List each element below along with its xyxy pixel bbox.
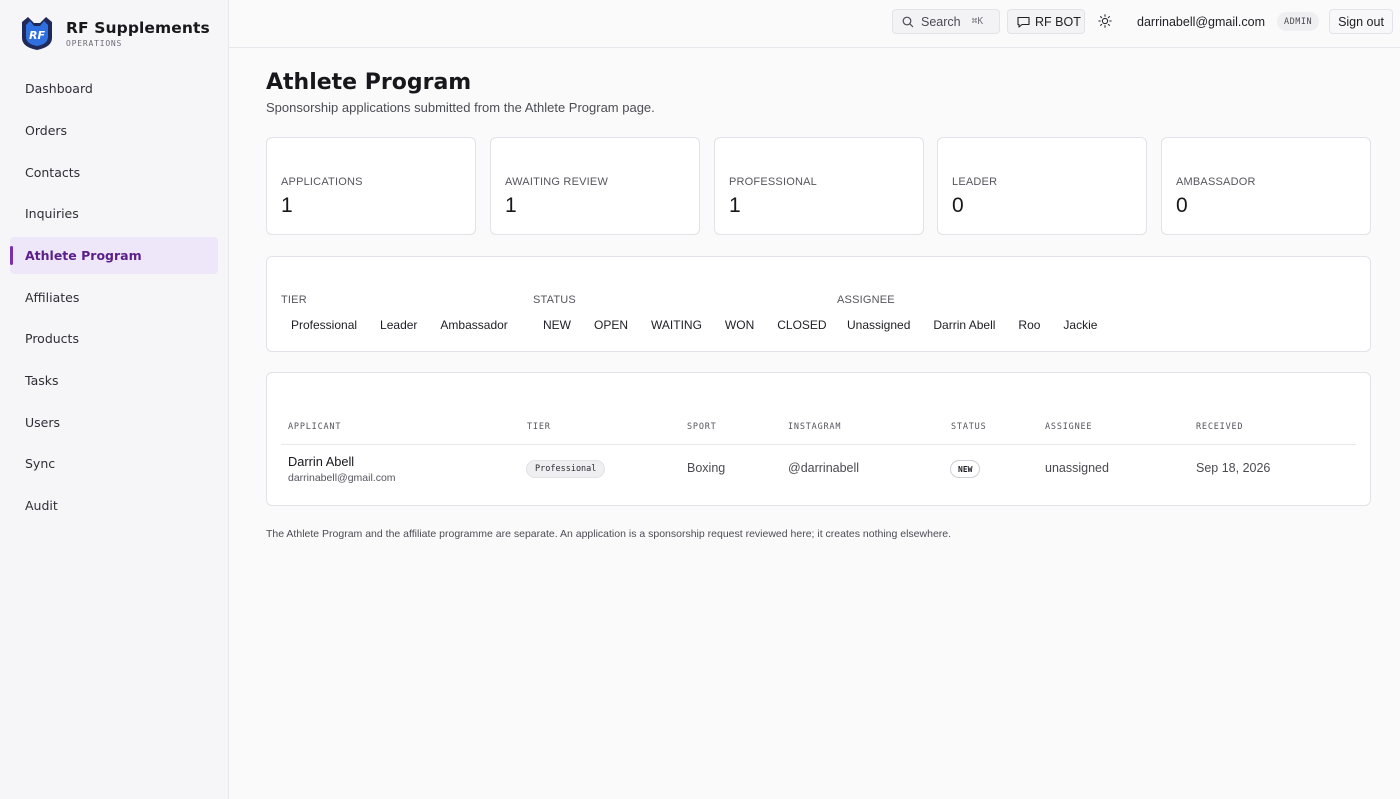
filter-status-waiting[interactable]: WAITING [641, 318, 712, 332]
table-row[interactable]: Darrin Abell darrinabell@gmail.com Profe… [281, 445, 1356, 505]
rf-bot-label: RF BOT [1035, 14, 1081, 29]
brand-subtitle: OPERATIONS [66, 38, 123, 48]
search-button[interactable]: Search ⌘K [892, 9, 1000, 34]
page-subtitle: Sponsorship applications submitted from … [266, 100, 655, 115]
filter-assignee-unassigned[interactable]: Unassigned [837, 318, 920, 332]
logo-text: RF [29, 29, 45, 42]
brand-logo: RF [22, 17, 52, 50]
assignee-cell: unassigned [1045, 461, 1109, 475]
stat-label: PROFESSIONAL [729, 176, 817, 188]
sidebar-item-orders[interactable]: Orders [10, 112, 218, 150]
stat-value: 1 [281, 194, 293, 217]
sun-icon [1098, 14, 1112, 28]
filter-status-new[interactable]: NEW [533, 318, 581, 332]
column-header-assignee[interactable]: ASSIGNEE [1045, 422, 1092, 432]
status-badge: NEW [950, 460, 981, 478]
sidebar-item-affiliates[interactable]: Affiliates [10, 278, 218, 316]
sidebar: RF RF Supplements OPERATIONS Dashboard O… [0, 0, 229, 799]
filters-panel: TIER Professional Leader Ambassador STAT… [266, 256, 1371, 352]
applications-table: APPLICANT TIER SPORT INSTAGRAM STATUS AS… [266, 372, 1371, 506]
sidebar-item-products[interactable]: Products [10, 320, 218, 358]
footnote: The Athlete Program and the affiliate pr… [266, 528, 952, 540]
sidebar-item-inquiries[interactable]: Inquiries [10, 195, 218, 233]
column-header-received[interactable]: RECEIVED [1196, 422, 1243, 432]
stat-card-ambassador: AMBASSADOR 0 [1161, 137, 1371, 235]
chat-icon [1017, 16, 1030, 28]
sidebar-item-users[interactable]: Users [10, 404, 218, 442]
filter-label-assignee: ASSIGNEE [837, 294, 895, 306]
role-badge: ADMIN [1277, 12, 1320, 31]
search-shortcut: ⌘K [971, 16, 984, 27]
stat-label: APPLICATIONS [281, 176, 363, 188]
filter-group-assignee: ASSIGNEE Unassigned Darrin Abell Roo Jac… [837, 294, 1107, 332]
stat-value: 0 [1176, 194, 1188, 217]
stat-label: AWAITING REVIEW [505, 176, 609, 188]
filter-assignee-roo[interactable]: Roo [1008, 318, 1050, 332]
stat-label: AMBASSADOR [1176, 176, 1256, 188]
sidebar-item-contacts[interactable]: Contacts [10, 153, 218, 191]
tier-badge: Professional [526, 460, 606, 478]
column-header-status[interactable]: STATUS [951, 422, 987, 432]
stat-value: 1 [729, 194, 741, 217]
column-header-sport[interactable]: SPORT [687, 422, 717, 432]
filter-group-tier: TIER Professional Leader Ambassador [281, 294, 518, 332]
brand[interactable]: RF RF Supplements OPERATIONS [18, 14, 210, 52]
stat-value: 1 [505, 194, 517, 217]
sidebar-item-tasks[interactable]: Tasks [10, 362, 218, 400]
theme-toggle-button[interactable] [1096, 12, 1114, 30]
filter-group-status: STATUS NEW OPEN WAITING WON CLOSED [533, 294, 837, 332]
stat-card-applications: APPLICATIONS 1 [266, 137, 476, 235]
applicant-name: Darrin Abell [288, 454, 355, 469]
sidebar-nav: Dashboard Orders Contacts Inquiries Athl… [10, 70, 218, 529]
filter-tier-professional[interactable]: Professional [281, 318, 367, 332]
instagram-cell: @darrinabell [788, 461, 860, 475]
filter-status-open[interactable]: OPEN [584, 318, 638, 332]
rf-bot-button[interactable]: RF BOT [1007, 9, 1085, 34]
search-label: Search [921, 14, 961, 29]
sidebar-item-athlete-program[interactable]: Athlete Program [10, 236, 218, 275]
topbar: Search ⌘K RF BOT darrinabell@gmail.com A… [229, 0, 1400, 48]
filter-tier-leader[interactable]: Leader [370, 318, 427, 332]
filter-tier-ambassador[interactable]: Ambassador [430, 318, 517, 332]
sidebar-item-dashboard[interactable]: Dashboard [10, 70, 218, 108]
applicant-email: darrinabell@gmail.com [288, 472, 396, 484]
filter-label-status: STATUS [533, 294, 576, 306]
filter-status-won[interactable]: WON [715, 318, 764, 332]
sidebar-item-sync[interactable]: Sync [10, 445, 218, 483]
filter-assignee-jackie[interactable]: Jackie [1053, 318, 1107, 332]
filter-label-tier: TIER [281, 294, 307, 306]
user-email: darrinabell@gmail.com [1137, 15, 1266, 29]
column-header-instagram[interactable]: INSTAGRAM [788, 422, 841, 432]
stat-label: LEADER [952, 176, 998, 188]
stat-card-professional: PROFESSIONAL 1 [714, 137, 924, 235]
column-header-applicant[interactable]: APPLICANT [288, 422, 341, 432]
filter-status-closed[interactable]: CLOSED [767, 318, 836, 332]
sign-out-button[interactable]: Sign out [1329, 9, 1393, 34]
column-header-tier[interactable]: TIER [527, 422, 551, 432]
sidebar-item-audit[interactable]: Audit [10, 487, 218, 525]
page-title: Athlete Program [266, 70, 472, 95]
brand-name: RF Supplements [66, 18, 210, 37]
sport-cell: Boxing [687, 461, 726, 475]
stat-card-awaiting-review: AWAITING REVIEW 1 [490, 137, 700, 235]
received-cell: Sep 18, 2026 [1196, 461, 1271, 475]
stat-value: 0 [952, 194, 964, 217]
filter-assignee-darrin-abell[interactable]: Darrin Abell [923, 318, 1005, 332]
search-icon [902, 16, 914, 27]
stat-card-leader: LEADER 0 [937, 137, 1147, 235]
